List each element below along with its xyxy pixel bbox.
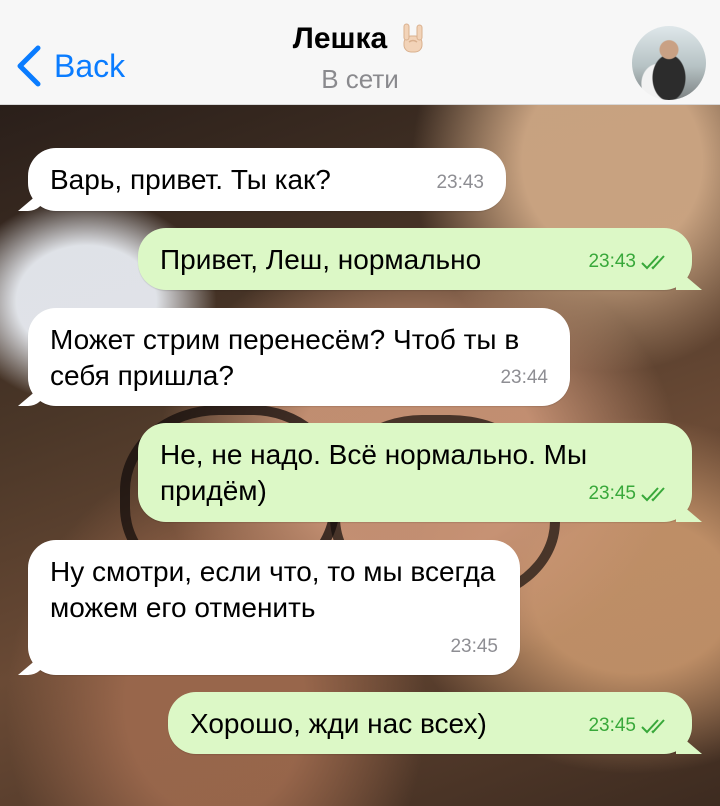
message-time: 23:44 [500, 367, 548, 388]
rock-hand-icon [403, 23, 423, 53]
message-outgoing[interactable]: Привет, Леш, нормально 23:43 [138, 228, 692, 290]
message-time: 23:43 [588, 251, 636, 272]
contact-info[interactable]: Лешка В сети [0, 22, 720, 95]
message-outgoing[interactable]: Не, не надо. Всё нормально. Мы придём) 2… [138, 423, 692, 522]
message-time: 23:43 [436, 172, 484, 193]
message-text: Не, не надо. Всё нормально. Мы придём) [160, 439, 595, 506]
message-text: Хорошо, жди нас всех) [190, 708, 487, 739]
double-check-icon [641, 487, 665, 502]
contact-status: В сети [321, 64, 399, 94]
message-incoming[interactable]: Может стрим перенесём? Чтоб ты в себя пр… [28, 308, 570, 406]
avatar[interactable] [632, 26, 706, 100]
message-time: 23:45 [588, 483, 636, 504]
contact-name: Лешка [292, 22, 388, 55]
message-incoming[interactable]: Варь, привет. Ты как? 23:43 [28, 148, 506, 211]
message-time: 23:45 [588, 715, 636, 736]
message-text: Может стрим перенесём? Чтоб ты в себя пр… [50, 324, 527, 391]
message-text: Ну смотри, если что, то мы всегда можем … [50, 556, 504, 623]
message-incoming[interactable]: Ну смотри, если что, то мы всегда можем … [28, 540, 520, 675]
chat-header: Back Лешка В сети [0, 0, 720, 105]
message-text: Варь, привет. Ты как? [50, 164, 331, 195]
double-check-icon [641, 719, 665, 734]
message-outgoing[interactable]: Хорошо, жди нас всех) 23:45 [168, 692, 692, 754]
message-text: Привет, Леш, нормально [160, 244, 482, 275]
message-time: 23:45 [450, 636, 498, 657]
double-check-icon [641, 255, 665, 270]
